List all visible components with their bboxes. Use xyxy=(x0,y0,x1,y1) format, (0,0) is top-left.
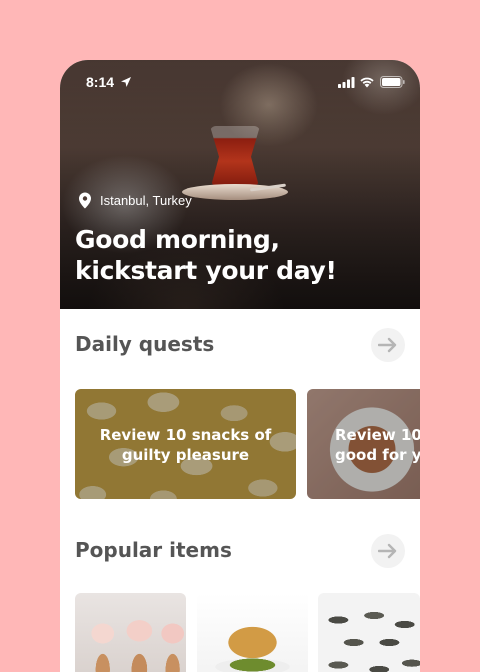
greeting-line-2: kickstart your day! xyxy=(75,256,337,285)
greeting-heading: Good morning, kickstart your day! xyxy=(75,224,405,286)
quest-card-label: Review 10 good for yo xyxy=(335,426,420,464)
popular-items-title: Popular items xyxy=(75,538,232,562)
arrow-right-icon xyxy=(378,337,397,353)
battery-icon xyxy=(380,76,405,88)
greeting-line-1: Good morning, xyxy=(75,225,280,254)
wifi-icon xyxy=(360,77,374,88)
popular-item-seeds[interactable] xyxy=(318,593,420,672)
map-pin-icon xyxy=(79,192,91,209)
phone-screen: 8:14 Istanbul, Turkey Good morning, kick… xyxy=(60,60,420,672)
arrow-right-icon xyxy=(378,543,397,559)
daily-quests-see-all-button[interactable] xyxy=(371,328,405,362)
popular-items-see-all-button[interactable] xyxy=(371,534,405,568)
quest-card-healthy[interactable]: Review 10 good for yo xyxy=(307,389,420,499)
location-text: Istanbul, Turkey xyxy=(100,193,192,208)
tea-glass-image xyxy=(210,126,260,190)
status-bar: 8:14 xyxy=(60,60,420,104)
popular-item-cupcakes[interactable] xyxy=(75,593,186,672)
cellular-signal-icon xyxy=(338,77,355,88)
location-arrow-icon xyxy=(121,77,131,87)
daily-quests-title: Daily quests xyxy=(75,332,215,356)
quest-card-snacks[interactable]: Review 10 snacks of guilty pleasure xyxy=(75,389,296,499)
status-time: 8:14 xyxy=(86,74,115,90)
location-label[interactable]: Istanbul, Turkey xyxy=(78,192,192,209)
quest-card-label: Review 10 snacks of guilty pleasure xyxy=(99,426,272,464)
popular-item-baklava[interactable] xyxy=(197,593,308,672)
